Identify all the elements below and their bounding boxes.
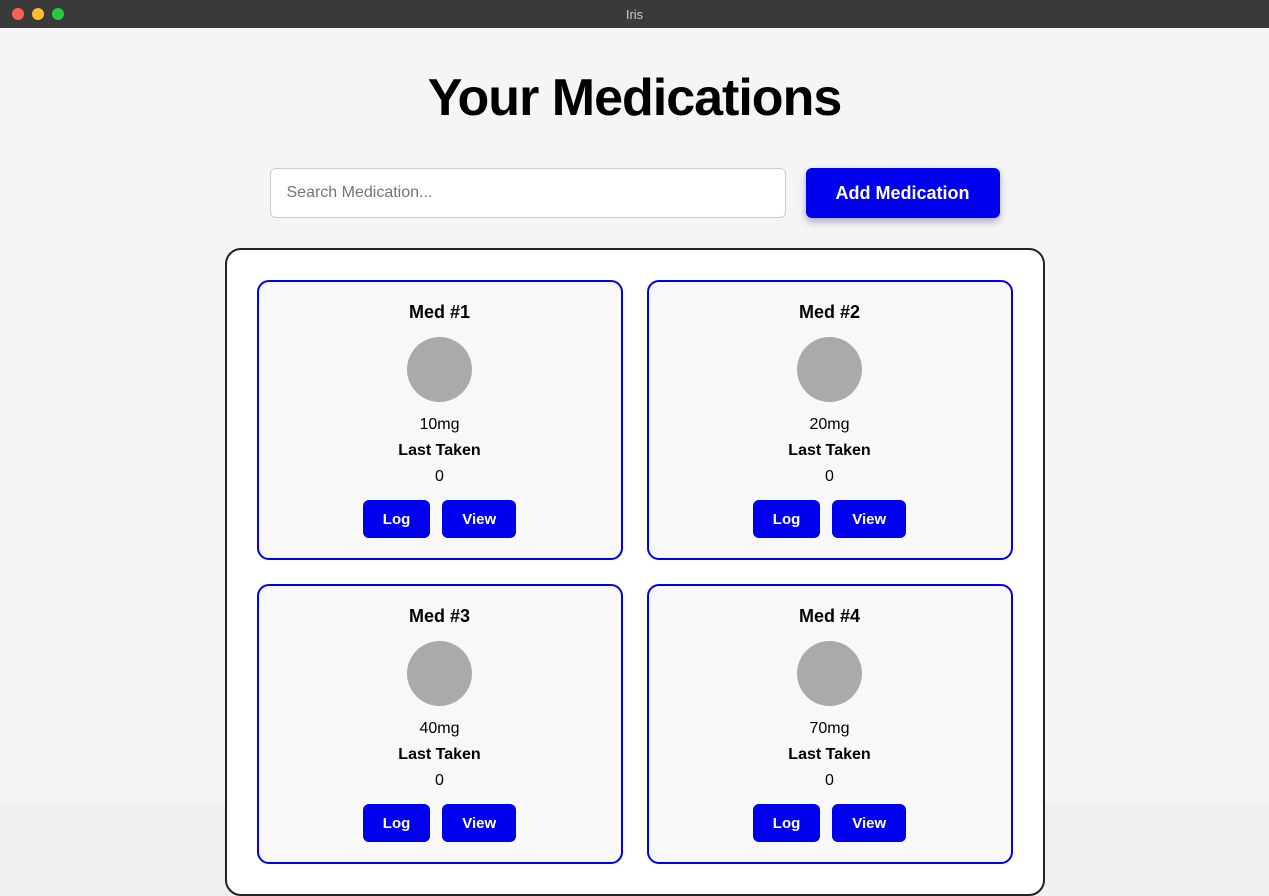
med-last-taken-label-3: Last Taken <box>398 746 480 764</box>
med-last-taken-label-2: Last Taken <box>788 442 870 460</box>
med-card-1: Med #1 10mg Last Taken 0 Log View <box>257 280 623 560</box>
log-button-3[interactable]: Log <box>363 804 431 842</box>
med-dosage-1: 10mg <box>419 416 459 434</box>
med-last-taken-label-4: Last Taken <box>788 746 870 764</box>
view-button-1[interactable]: View <box>442 500 516 538</box>
close-button[interactable] <box>12 8 24 20</box>
med-name-2: Med #2 <box>799 302 860 323</box>
med-actions-3: Log View <box>363 804 516 842</box>
titlebar: Iris <box>0 0 1269 28</box>
page-title: Your Medications <box>428 68 842 128</box>
med-actions-1: Log View <box>363 500 516 538</box>
med-card-4: Med #4 70mg Last Taken 0 Log View <box>647 584 1013 864</box>
view-button-2[interactable]: View <box>832 500 906 538</box>
med-icon-4 <box>797 641 862 706</box>
med-card-3: Med #3 40mg Last Taken 0 Log View <box>257 584 623 864</box>
med-name-4: Med #4 <box>799 606 860 627</box>
med-last-taken-value-2: 0 <box>825 468 834 486</box>
log-button-1[interactable]: Log <box>363 500 431 538</box>
view-button-3[interactable]: View <box>442 804 516 842</box>
med-card-2: Med #2 20mg Last Taken 0 Log View <box>647 280 1013 560</box>
med-name-1: Med #1 <box>409 302 470 323</box>
med-icon-2 <box>797 337 862 402</box>
med-actions-4: Log View <box>753 804 906 842</box>
med-actions-2: Log View <box>753 500 906 538</box>
log-button-4[interactable]: Log <box>753 804 821 842</box>
main-content: Your Medications Add Medication Med #1 1… <box>0 28 1269 804</box>
med-name-3: Med #3 <box>409 606 470 627</box>
med-icon-1 <box>407 337 472 402</box>
search-add-row: Add Medication <box>270 168 1000 218</box>
search-input[interactable] <box>270 168 786 218</box>
minimize-button[interactable] <box>32 8 44 20</box>
med-last-taken-value-3: 0 <box>435 772 444 790</box>
window-title: Iris <box>626 7 643 22</box>
med-dosage-2: 20mg <box>809 416 849 434</box>
med-last-taken-value-4: 0 <box>825 772 834 790</box>
maximize-button[interactable] <box>52 8 64 20</box>
med-dosage-4: 70mg <box>809 720 849 738</box>
med-dosage-3: 40mg <box>419 720 459 738</box>
med-last-taken-label-1: Last Taken <box>398 442 480 460</box>
view-button-4[interactable]: View <box>832 804 906 842</box>
log-button-2[interactable]: Log <box>753 500 821 538</box>
add-medication-button[interactable]: Add Medication <box>806 168 1000 218</box>
med-icon-3 <box>407 641 472 706</box>
med-last-taken-value-1: 0 <box>435 468 444 486</box>
medications-grid: Med #1 10mg Last Taken 0 Log View Med #2… <box>225 248 1045 896</box>
